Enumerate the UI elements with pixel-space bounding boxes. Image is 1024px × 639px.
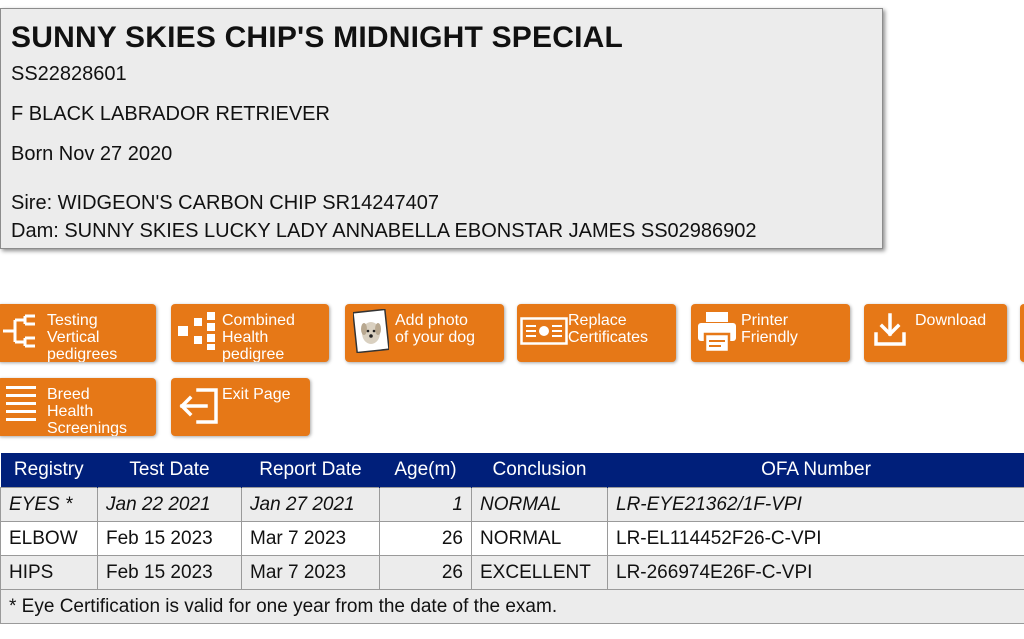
pedigree-blocks-icon — [178, 312, 215, 350]
report-date-cell: Jan 27 2021 — [241, 487, 380, 522]
birth-date: Born Nov 27 2020 — [11, 143, 173, 165]
add-photo-label: Add photo of your dog — [395, 312, 476, 346]
replace-certificates-label: Replace Certificates — [568, 312, 649, 346]
dam-line: Dam: SUNNY SKIES LUCKY LADY ANNABELLA EB… — [11, 220, 757, 242]
exit-page-button[interactable]: Exit Page — [171, 378, 310, 436]
eye-certification-footnote: * Eye Certification is valid for one yea… — [0, 589, 1024, 624]
column-header-age: Age(m) — [379, 453, 472, 488]
test-date-cell: Feb 15 2023 — [97, 521, 242, 556]
printer-friendly-button[interactable]: Printer Friendly — [691, 304, 850, 362]
replace-certificates-button[interactable]: Replace Certificates — [517, 304, 676, 362]
report-date-cell: Mar 7 2023 — [241, 555, 380, 590]
conclusion-cell: NORMAL — [471, 487, 608, 522]
overflow-button[interactable] — [1020, 304, 1024, 362]
breed-health-screenings-button[interactable]: Breed Health Screenings — [0, 378, 156, 436]
certificate-icon — [520, 317, 568, 345]
breed-health-screenings-label: Breed Health Screenings — [47, 386, 128, 436]
table-header-row: Registry Test Date Report Date Age(m) Co… — [0, 453, 1024, 488]
test-date-cell: Feb 15 2023 — [97, 555, 242, 590]
registry-cell: EYES * — [0, 487, 98, 522]
combined-health-pedigree-button[interactable]: Combined Health pedigree — [171, 304, 329, 362]
combined-health-pedigree-label: Combined Health pedigree — [222, 312, 295, 362]
pedigree-tree-icon — [3, 314, 35, 348]
conclusion-cell: EXCELLENT — [471, 555, 608, 590]
list-icon — [6, 386, 36, 421]
printer-friendly-label: Printer Friendly — [741, 312, 798, 346]
dog-info-panel: SUNNY SKIES CHIP'S MIDNIGHT SPECIAL SS22… — [0, 8, 883, 249]
age-cell: 26 — [379, 521, 472, 556]
testing-vertical-pedigrees-label: Testing Vertical pedigrees — [47, 312, 118, 362]
exit-page-label: Exit Page — [222, 386, 291, 403]
column-header-report-date: Report Date — [241, 453, 380, 488]
report-date-cell: Mar 7 2023 — [241, 521, 380, 556]
registration-number: SS22828601 — [11, 63, 127, 85]
age-cell: 1 — [379, 487, 472, 522]
registry-cell: HIPS — [0, 555, 98, 590]
download-icon — [874, 313, 906, 346]
column-header-ofa-number: OFA Number — [607, 453, 1024, 488]
exit-icon — [179, 388, 218, 424]
column-header-test-date: Test Date — [97, 453, 242, 488]
health-results-table: Registry Test Date Report Date Age(m) Co… — [0, 453, 1024, 624]
add-photo-button[interactable]: Add photo of your dog — [345, 304, 504, 362]
registry-cell: ELBOW — [0, 521, 98, 556]
column-header-registry: Registry — [0, 453, 98, 488]
conclusion-cell: NORMAL — [471, 521, 608, 556]
download-label: Download — [915, 312, 987, 329]
dog-photo-icon — [353, 309, 389, 353]
column-header-conclusion: Conclusion — [471, 453, 608, 488]
testing-vertical-pedigrees-button[interactable]: Testing Vertical pedigrees — [0, 304, 156, 362]
dog-name: SUNNY SKIES CHIP'S MIDNIGHT SPECIAL — [11, 21, 623, 54]
test-date-cell: Jan 22 2021 — [97, 487, 242, 522]
age-cell: 26 — [379, 555, 472, 590]
table-row: EYES * Jan 22 2021 Jan 27 2021 1 NORMAL … — [0, 487, 1024, 522]
ofa-number-cell: LR-EL114452F26-C-VPI — [607, 521, 1024, 556]
table-row: ELBOW Feb 15 2023 Mar 7 2023 26 NORMAL L… — [0, 521, 1024, 556]
footnote-row: * Eye Certification is valid for one yea… — [0, 589, 1024, 624]
download-button[interactable]: Download — [864, 304, 1007, 362]
dog-description: F BLACK LABRADOR RETRIEVER — [11, 103, 330, 125]
sire-line: Sire: WIDGEON'S CARBON CHIP SR14247407 — [11, 192, 440, 214]
table-row: HIPS Feb 15 2023 Mar 7 2023 26 EXCELLENT… — [0, 555, 1024, 590]
printer-icon — [698, 312, 736, 354]
ofa-number-cell: LR-EYE21362/1F-VPI — [607, 487, 1024, 522]
ofa-number-cell: LR-266974E26F-C-VPI — [607, 555, 1024, 590]
